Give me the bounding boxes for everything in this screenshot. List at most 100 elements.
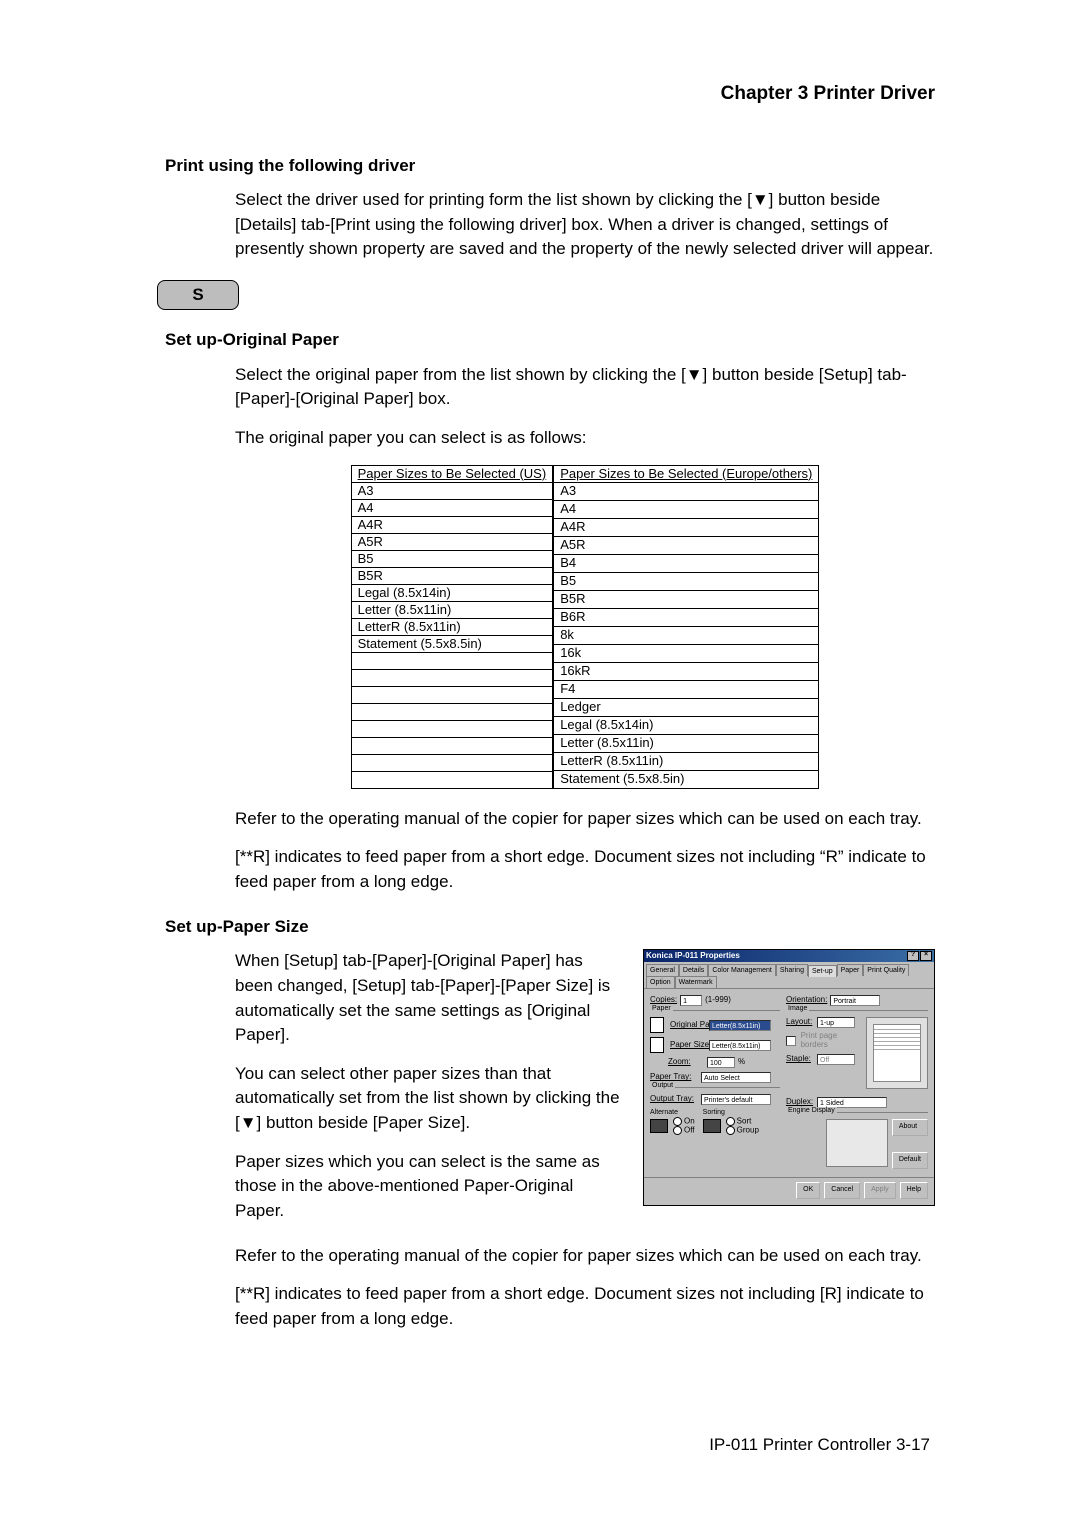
help-button[interactable]: Help	[900, 1182, 928, 1199]
table-cell: A4	[554, 500, 819, 518]
tab-general[interactable]: General	[646, 964, 679, 976]
border-label: Print page borders	[801, 1032, 863, 1050]
table-row: A4R	[554, 518, 819, 536]
table-cell: LetterR (8.5x11in)	[554, 752, 819, 770]
paper-size-tables: Paper Sizes to Be Selected (US) A3A4A4RA…	[235, 465, 935, 789]
table-cell	[351, 703, 553, 720]
border-checkbox[interactable]	[786, 1036, 796, 1046]
paper-tray-label: Paper Tray:	[650, 1073, 698, 1082]
copies-input[interactable]: 1	[680, 995, 702, 1006]
table-row: A5R	[554, 536, 819, 554]
table-row: A3	[351, 482, 553, 499]
table-cell: A4	[351, 499, 553, 516]
layout-label: Layout:	[786, 1018, 814, 1027]
table-row: LetterR (8.5x11in)	[554, 752, 819, 770]
table-cell: B6R	[554, 608, 819, 626]
original-paper-select[interactable]: Letter(8.5x11in)	[709, 1020, 771, 1031]
table-cell: A3	[351, 482, 553, 499]
table-row: B5	[554, 572, 819, 590]
paper-tray-select[interactable]: Auto Select	[701, 1072, 771, 1083]
alternate-on-radio[interactable]	[673, 1117, 682, 1126]
table-row	[351, 720, 553, 737]
staple-label: Staple:	[786, 1055, 814, 1064]
about-button[interactable]: About	[892, 1119, 928, 1136]
original-paper-icon	[650, 1017, 664, 1033]
zoom-label: Zoom:	[668, 1058, 704, 1067]
table-us-header: Paper Sizes to Be Selected (US)	[351, 465, 553, 482]
table-cell: B5R	[554, 590, 819, 608]
duplex-label: Duplex:	[786, 1098, 814, 1107]
tab-option[interactable]: Option	[646, 976, 675, 988]
table-cell: A5R	[554, 536, 819, 554]
table-cell: Ledger	[554, 698, 819, 716]
default-button[interactable]: Default	[892, 1152, 928, 1169]
table-cell: A3	[554, 482, 819, 500]
staple-select[interactable]: Off	[817, 1054, 855, 1065]
table-cell: Statement (5.5x8.5in)	[351, 635, 553, 652]
copies-label: Copies:	[650, 996, 677, 1005]
sorting-icon	[703, 1119, 721, 1133]
table-row	[351, 652, 553, 669]
layout-select[interactable]: 1-up	[817, 1017, 855, 1028]
output-tray-label: Output Tray:	[650, 1095, 698, 1104]
section3-para1: When [Setup] tab-[Paper]-[Original Paper…	[235, 949, 625, 1048]
sort-label: Sort	[737, 1116, 752, 1125]
orientation-select[interactable]: Portrait	[830, 995, 880, 1006]
tab-print-quality[interactable]: Print Quality	[863, 964, 909, 976]
tab-paper[interactable]: Paper	[837, 964, 864, 976]
help-icon[interactable]: ?	[907, 951, 919, 961]
section2-para1: Select the original paper from the list …	[235, 363, 935, 412]
output-group-legend: Output	[650, 1082, 675, 1090]
table-row: A3	[554, 482, 819, 500]
table-row	[351, 686, 553, 703]
output-tray-select[interactable]: Printer's default	[701, 1094, 771, 1105]
table-row: Statement (5.5x8.5in)	[351, 635, 553, 652]
table-cell: Legal (8.5x14in)	[554, 716, 819, 734]
ok-button[interactable]: OK	[796, 1182, 820, 1199]
table-cell	[351, 669, 553, 686]
tab-details[interactable]: Details	[679, 964, 708, 976]
table-row	[351, 771, 553, 788]
table-cell: LetterR (8.5x11in)	[351, 618, 553, 635]
copies-range: (1-999)	[705, 996, 731, 1005]
table-cell: Legal (8.5x14in)	[351, 584, 553, 601]
properties-dialog-figure: Konica IP-011 Properties ? × GeneralDeta…	[643, 949, 935, 1206]
alternate-off-radio[interactable]	[673, 1126, 682, 1135]
table-cell: B4	[554, 554, 819, 572]
tab-sharing[interactable]: Sharing	[776, 964, 808, 976]
original-paper-label: Original Paper:	[670, 1021, 706, 1030]
zoom-input[interactable]: 100	[707, 1057, 735, 1068]
index-letter-badge: S	[157, 280, 239, 310]
engine-display-preview	[826, 1119, 888, 1167]
section3-para5: [**R] indicates to feed paper from a sho…	[235, 1282, 935, 1331]
table-row: F4	[554, 680, 819, 698]
table-eu: Paper Sizes to Be Selected (Europe/other…	[553, 465, 819, 789]
section2-para3: Refer to the operating manual of the cop…	[235, 807, 935, 832]
layout-preview	[866, 1017, 928, 1089]
table-row: A4	[351, 499, 553, 516]
tab-watermark[interactable]: Watermark	[675, 976, 717, 988]
table-row: B5R	[554, 590, 819, 608]
cancel-button[interactable]: Cancel	[824, 1182, 860, 1199]
sort-radio[interactable]	[726, 1117, 735, 1126]
table-cell: Letter (8.5x11in)	[351, 601, 553, 618]
tab-color-management[interactable]: Color Management	[708, 964, 776, 976]
tab-set-up[interactable]: Set-up	[808, 965, 837, 977]
dialog-title: Konica IP-011 Properties	[646, 952, 740, 961]
apply-button[interactable]: Apply	[864, 1182, 896, 1199]
group-radio[interactable]	[726, 1126, 735, 1135]
section3-para4: Refer to the operating manual of the cop…	[235, 1244, 935, 1269]
table-row: A5R	[351, 533, 553, 550]
table-cell	[351, 686, 553, 703]
table-us: Paper Sizes to Be Selected (US) A3A4A4RA…	[351, 465, 554, 789]
table-cell	[351, 771, 553, 788]
paper-size-icon	[650, 1037, 664, 1053]
table-row: Statement (5.5x8.5in)	[554, 770, 819, 788]
table-cell	[351, 652, 553, 669]
paper-size-select[interactable]: Letter(8.5x11in)	[709, 1040, 771, 1051]
table-cell: Letter (8.5x11in)	[554, 734, 819, 752]
close-icon[interactable]: ×	[920, 951, 932, 961]
heading-paper-size: Set up-Paper Size	[165, 915, 935, 940]
heading-print-driver: Print using the following driver	[165, 154, 935, 179]
zoom-unit: %	[738, 1058, 745, 1067]
